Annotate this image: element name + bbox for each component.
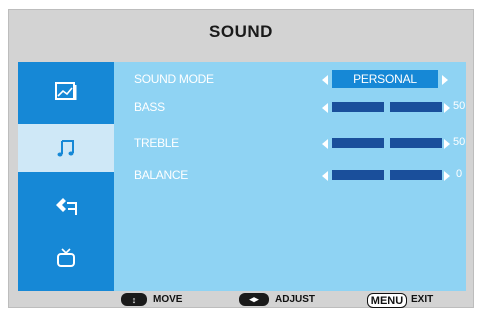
bass-value: 50: [453, 100, 466, 112]
treble-label: TREBLE: [134, 136, 179, 150]
arrow-left-icon[interactable]: [322, 103, 328, 113]
arrow-right-icon[interactable]: [442, 75, 448, 85]
music-note-icon: [57, 140, 74, 157]
arrow-left-icon[interactable]: [322, 75, 328, 85]
balance-row[interactable]: BALANCE 0: [114, 166, 466, 186]
title-bar: SOUND: [9, 10, 473, 54]
bass-row[interactable]: BASS 50: [114, 98, 466, 118]
slider-thumb[interactable]: [384, 137, 390, 149]
tv-icon: [57, 248, 75, 267]
move-key-icon: ↕: [121, 293, 147, 306]
balance-label: BALANCE: [134, 168, 188, 182]
exit-hint: EXIT: [411, 294, 434, 305]
adjust-hint: ADJUST: [275, 294, 316, 305]
arrow-left-icon[interactable]: [322, 171, 328, 181]
sidebar-item-sound[interactable]: [18, 124, 114, 172]
move-hint: MOVE: [153, 294, 183, 305]
sidebar-item-tv[interactable]: [18, 234, 114, 282]
sidebar-item-setup[interactable]: [18, 182, 114, 230]
setup-tool-icon: [56, 198, 77, 215]
footer-hints: ↕ MOVE ◂▸ ADJUST MENU EXIT: [9, 292, 473, 309]
arrow-right-icon[interactable]: [444, 139, 450, 149]
adjust-key-icon: ◂▸: [239, 293, 269, 306]
sound-mode-value: PERSONAL: [332, 70, 438, 88]
slider-thumb[interactable]: [384, 101, 390, 113]
sound-mode-label: SOUND MODE: [134, 72, 214, 86]
sound-mode-row[interactable]: SOUND MODE PERSONAL: [114, 70, 466, 90]
arrow-right-icon[interactable]: [444, 171, 450, 181]
bass-label: BASS: [134, 100, 165, 114]
sound-settings-panel: SOUND MODE PERSONAL BASS 50 TREBLE 50 BA…: [114, 62, 466, 291]
picture-icon: [55, 82, 77, 100]
sound-osd-menu: SOUND SOUND MODE PERSONAL BASS 50 TREBLE…: [8, 9, 474, 308]
treble-row[interactable]: TREBLE 50: [114, 134, 466, 154]
menu-key: MENU: [367, 293, 407, 308]
balance-value: 0: [456, 168, 463, 180]
balance-slider[interactable]: [332, 169, 442, 181]
treble-slider[interactable]: [332, 137, 442, 149]
slider-thumb[interactable]: [384, 169, 390, 181]
arrow-left-icon[interactable]: [322, 139, 328, 149]
menu-title: SOUND: [209, 22, 273, 41]
sidebar-item-picture[interactable]: [18, 68, 114, 116]
sidebar: [18, 62, 114, 291]
treble-value: 50: [453, 136, 466, 148]
bass-slider[interactable]: [332, 101, 442, 113]
arrow-right-icon[interactable]: [444, 103, 450, 113]
